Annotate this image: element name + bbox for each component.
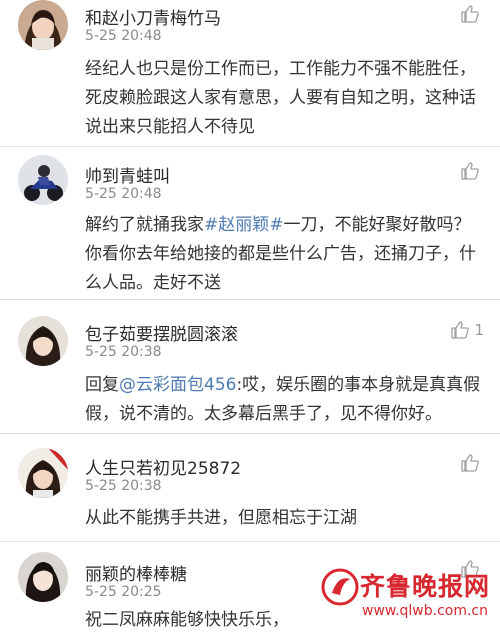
avatar[interactable] <box>18 316 68 366</box>
thumbs-up-icon <box>451 321 470 339</box>
like-button[interactable] <box>460 161 484 181</box>
watermark-title: 齐鲁晚报网 <box>360 572 491 601</box>
reply-prefix: 回复 <box>85 375 119 395</box>
comment-text-part: 解约了就捅我家 <box>85 215 204 235</box>
mention-link[interactable]: @云彩面包456 <box>119 375 236 395</box>
like-count: 1 <box>474 321 484 339</box>
comment-item: 包子茹要摆脱圆滚滚 5-25 20:38 1 回复@云彩面包456:哎，娱乐圈的… <box>0 300 500 432</box>
username[interactable]: 丽颖的棒棒糖 <box>85 560 187 585</box>
topic-link[interactable]: #赵丽颖# <box>204 215 284 235</box>
avatar[interactable] <box>18 155 68 205</box>
username[interactable]: 包子茹要摆脱圆滚滚 <box>85 320 238 345</box>
watermark-url: www.qlwb.com.cn <box>362 603 488 619</box>
site-watermark: 齐鲁晚报网 www.qlwb.com.cn <box>320 565 495 627</box>
like-button[interactable] <box>460 4 484 24</box>
username[interactable]: 人生只若初见25872 <box>85 454 241 479</box>
comment-text: 从此不能携手共进，但愿相忘于江湖 <box>85 508 357 528</box>
timestamp: 5-25 20:25 <box>85 584 162 600</box>
like-button[interactable]: 1 <box>450 320 484 340</box>
thumbs-up-icon <box>461 454 479 472</box>
comment-item: 人生只若初见25872 5-25 20:38 从此不能携手共进，但愿相忘于江湖 <box>0 434 500 540</box>
timestamp: 5-25 20:48 <box>85 186 162 202</box>
avatar[interactable] <box>18 0 68 50</box>
thumbs-up-icon <box>461 5 479 23</box>
timestamp: 5-25 20:38 <box>85 478 162 494</box>
username[interactable]: 和赵小刀青梅竹马 <box>85 4 221 29</box>
comment-text: 回复@云彩面包456:哎，娱乐圈的事本身就是真真假假，说不清的。太多幕后黑手了，… <box>85 371 486 429</box>
watermark-logo-icon <box>321 568 359 606</box>
comment-text: 经纪人也只是份工作而已，工作能力不强不能胜任，死皮赖脸跟这人家有意思，人要有自知… <box>85 59 476 137</box>
timestamp: 5-25 20:38 <box>85 344 162 360</box>
timestamp: 5-25 20:48 <box>85 28 162 44</box>
avatar[interactable] <box>18 448 68 498</box>
comment-item: 和赵小刀青梅竹马 5-25 20:48 经纪人也只是份工作而已，工作能力不强不能… <box>0 0 500 145</box>
thumbs-up-icon <box>461 162 479 180</box>
avatar[interactable] <box>18 552 68 602</box>
comment-item: 帅到青蛙叫 5-25 20:48 解约了就捅我家#赵丽颖#一刀，不能好聚好散吗？… <box>0 147 500 297</box>
like-button[interactable] <box>460 453 484 473</box>
username[interactable]: 帅到青蛙叫 <box>85 162 170 187</box>
comment-text: 解约了就捅我家#赵丽颖#一刀，不能好聚好散吗？你看你去年给她接的都是些什么广告，… <box>85 211 486 298</box>
